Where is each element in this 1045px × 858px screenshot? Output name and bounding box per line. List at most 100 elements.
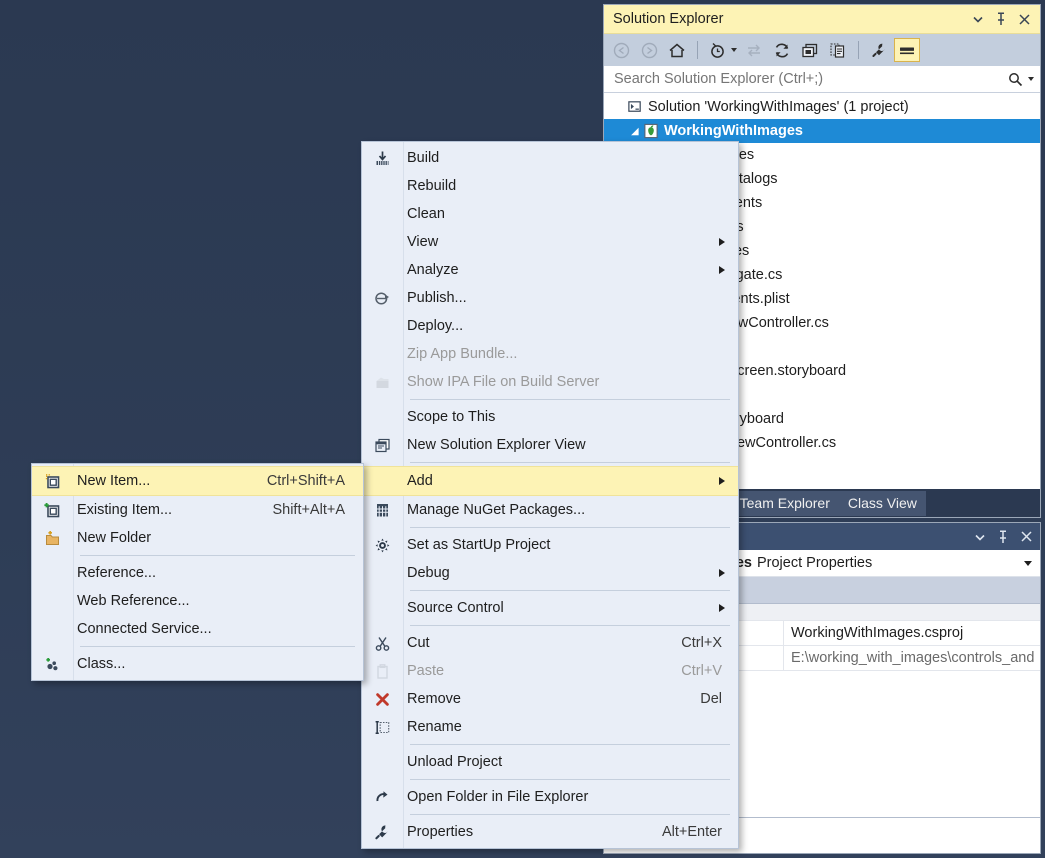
menu-separator — [410, 779, 730, 780]
menu-item-label: Manage NuGet Packages... — [403, 502, 738, 518]
menu-item-label: Clean — [403, 206, 738, 222]
expander-icon[interactable]: ◢ — [628, 126, 642, 137]
menu-item-label: Rename — [403, 719, 738, 735]
menu-item-label: New Item... — [73, 473, 267, 489]
menu-item-source-control[interactable]: Source Control — [362, 594, 738, 622]
tree-item[interactable]: Solution 'WorkingWithImages' (1 project) — [604, 95, 1040, 119]
menu-item-label: Source Control — [403, 600, 719, 616]
search-icon[interactable] — [1008, 72, 1023, 87]
solution-explorer-search[interactable] — [604, 66, 1040, 93]
close-icon[interactable] — [1018, 13, 1031, 26]
menu-item-shortcut: Alt+Enter — [662, 824, 738, 840]
wrench-icon — [362, 824, 403, 841]
menu-item-rebuild[interactable]: Rebuild — [362, 172, 738, 200]
remove-icon — [362, 691, 403, 708]
chevron-down-icon[interactable] — [972, 13, 984, 25]
property-value[interactable]: E:\working_with_images\controls_and — [784, 650, 1040, 666]
chevron-down-icon[interactable] — [731, 48, 737, 52]
menu-item-deploy[interactable]: Deploy... — [362, 312, 738, 340]
menu-item-set-as-startup-project[interactable]: Set as StartUp Project — [362, 531, 738, 559]
close-icon[interactable] — [1020, 530, 1033, 543]
menu-item-open-folder-in-file-explorer[interactable]: Open Folder in File Explorer — [362, 783, 738, 811]
menu-item-properties[interactable]: PropertiesAlt+Enter — [362, 818, 738, 846]
menu-item-clean[interactable]: Clean — [362, 200, 738, 228]
project-context-menu[interactable]: BuildRebuildCleanViewAnalyzePublish...De… — [361, 141, 739, 849]
sync-with-active-document-button[interactable] — [741, 38, 767, 62]
menu-separator — [410, 590, 730, 591]
menu-item-label: View — [403, 234, 719, 250]
menu-item-publish[interactable]: Publish... — [362, 284, 738, 312]
menu-item-label: Unload Project — [403, 754, 738, 770]
menu-separator — [80, 555, 355, 556]
properties-button[interactable] — [866, 38, 892, 62]
paste-icon — [362, 663, 403, 680]
menu-item-label: Add — [403, 473, 719, 489]
show-all-files-button[interactable] — [825, 38, 851, 62]
menu-item-label: New Solution Explorer View — [403, 437, 738, 453]
menu-item-cut[interactable]: CutCtrl+X — [362, 629, 738, 657]
menu-item-rename[interactable]: Rename — [362, 713, 738, 741]
rename-icon — [362, 719, 403, 736]
submenu-item-new-item[interactable]: New Item...Ctrl+Shift+A — [32, 466, 363, 496]
pending-changes-filter-button[interactable] — [705, 38, 731, 62]
preview-selected-items-button[interactable] — [894, 38, 920, 62]
tree-item[interactable]: ◢ WorkingWithImages — [604, 119, 1040, 143]
tab-class-view[interactable]: Class View — [839, 491, 926, 516]
menu-item-add[interactable]: Add — [362, 466, 738, 496]
menu-item-unload-project[interactable]: Unload Project — [362, 748, 738, 776]
property-value[interactable]: WorkingWithImages.csproj — [784, 625, 1040, 641]
submenu-item-web-reference[interactable]: Web Reference... — [32, 587, 363, 615]
menu-item-label: Properties — [403, 824, 662, 840]
menu-item-remove[interactable]: RemoveDel — [362, 685, 738, 713]
menu-item-build[interactable]: Build — [362, 144, 738, 172]
submenu-item-reference[interactable]: Reference... — [32, 559, 363, 587]
submenu-item-class[interactable]: Class... — [32, 650, 363, 678]
menu-item-label: Debug — [403, 565, 719, 581]
menu-item-label: Open Folder in File Explorer — [403, 789, 738, 805]
chevron-down-icon[interactable] — [974, 531, 986, 543]
search-input[interactable] — [612, 70, 1004, 88]
chevron-down-icon[interactable] — [1028, 77, 1034, 81]
solution-explorer-toolbar — [604, 34, 1040, 66]
submenu-item-new-folder[interactable]: New Folder — [32, 524, 363, 552]
menu-item-label: Connected Service... — [73, 621, 363, 637]
submenu-item-connected-service[interactable]: Connected Service... — [32, 615, 363, 643]
submenu-item-existing-item[interactable]: Existing Item...Shift+Alt+A — [32, 496, 363, 524]
menu-item-label: Class... — [73, 656, 363, 672]
menu-separator — [410, 744, 730, 745]
menu-item-label: Existing Item... — [73, 502, 272, 518]
menu-item-label: Reference... — [73, 565, 363, 581]
new-folder-icon — [32, 530, 73, 547]
new-item-icon — [32, 473, 73, 490]
home-button[interactable] — [664, 38, 690, 62]
gear-icon — [362, 537, 403, 554]
submenu-arrow-icon — [719, 604, 725, 612]
menu-item-label: Remove — [403, 691, 700, 707]
menu-item-new-solution-explorer-view[interactable]: New Solution Explorer View — [362, 431, 738, 459]
back-button[interactable] — [608, 38, 634, 62]
tree-item-label: WorkingWithImages — [664, 123, 803, 139]
menu-item-label: Set as StartUp Project — [403, 537, 738, 553]
menu-item-label: Zip App Bundle... — [403, 346, 738, 362]
pin-icon[interactable] — [997, 530, 1009, 544]
menu-item-shortcut: Del — [700, 691, 738, 707]
add-submenu[interactable]: New Item...Ctrl+Shift+AExisting Item...S… — [31, 463, 364, 681]
menu-item-debug[interactable]: Debug — [362, 559, 738, 587]
chevron-down-icon[interactable] — [1024, 561, 1032, 566]
menu-separator — [410, 625, 730, 626]
menu-item-label: Web Reference... — [73, 593, 363, 609]
menu-item-analyze[interactable]: Analyze — [362, 256, 738, 284]
forward-button[interactable] — [636, 38, 662, 62]
tab-team-explorer[interactable]: Team Explorer — [731, 491, 839, 516]
collapse-all-button[interactable] — [797, 38, 823, 62]
menu-item-label: Analyze — [403, 262, 719, 278]
menu-item-scope-to-this[interactable]: Scope to This — [362, 403, 738, 431]
xamarin-ios-project-icon — [642, 123, 660, 139]
menu-item-shortcut: Ctrl+Shift+A — [267, 473, 363, 489]
submenu-arrow-icon — [719, 266, 725, 274]
menu-item-manage-nuget-packages[interactable]: Manage NuGet Packages... — [362, 496, 738, 524]
menu-item-view[interactable]: View — [362, 228, 738, 256]
pin-icon[interactable] — [995, 12, 1007, 26]
refresh-button[interactable] — [769, 38, 795, 62]
menu-item-label: Build — [403, 150, 738, 166]
